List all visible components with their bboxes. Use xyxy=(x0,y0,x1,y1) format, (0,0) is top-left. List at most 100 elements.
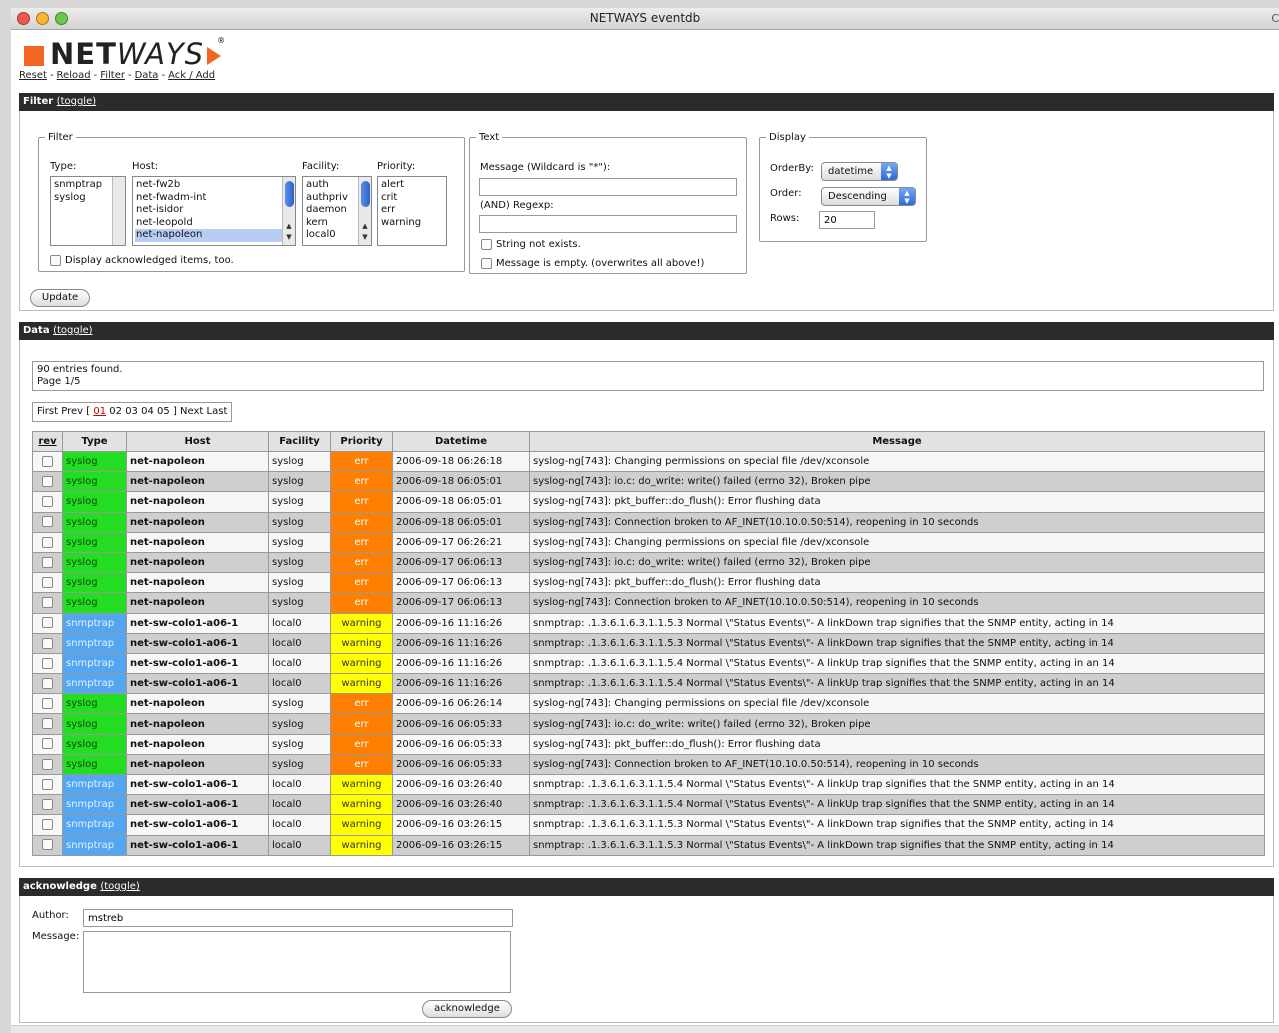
host-cell: net-sw-colo1-a06-1 xyxy=(126,673,269,695)
pager-page-link[interactable]: 05 xyxy=(157,406,170,417)
window-title: NETWAYS eventdb xyxy=(589,11,701,25)
host-scrollbar[interactable]: ▲ ▼ xyxy=(282,177,295,245)
host-listbox[interactable]: net-fw2b net-fwadm-int net-isidor net-le… xyxy=(132,176,296,246)
string-not-exists-checkbox[interactable] xyxy=(481,239,492,250)
type-cell: snmptrap xyxy=(62,794,127,816)
col-datetime: Datetime xyxy=(392,431,530,452)
row-checkbox[interactable] xyxy=(42,496,53,508)
message-filter-input[interactable] xyxy=(479,178,737,196)
table-row: syslog net-napoleon syslog err 2006-09-16 06… xyxy=(32,733,1265,755)
rows-label: Rows: xyxy=(770,213,800,224)
data-toggle-link[interactable]: (toggle) xyxy=(53,325,92,336)
row-checkbox[interactable] xyxy=(42,799,53,811)
facility-scrollbar[interactable]: ▲ ▼ xyxy=(358,177,371,245)
row-checkbox[interactable] xyxy=(42,657,53,669)
pager-first[interactable]: First xyxy=(37,406,58,417)
row-checkbox[interactable] xyxy=(42,698,53,710)
row-checkbox[interactable] xyxy=(42,677,53,689)
nav-data-link[interactable]: Data xyxy=(135,70,159,81)
col-type: Type xyxy=(62,431,127,452)
row-checkbox[interactable] xyxy=(42,455,53,467)
ack-toggle-link[interactable]: (toggle) xyxy=(100,881,139,892)
host-cell: net-sw-colo1-a06-1 xyxy=(126,652,269,675)
row-checkbox[interactable] xyxy=(42,476,53,488)
scroll-up-icon[interactable]: ▲ xyxy=(359,221,371,231)
nav-ack-add-link[interactable]: Ack / Add xyxy=(168,70,215,81)
select-arrows-icon: ▲ ▼ xyxy=(899,188,915,205)
host-option[interactable]: net-leopold xyxy=(135,217,293,230)
display-ack-checkbox[interactable] xyxy=(50,255,61,266)
col-priority: Priority xyxy=(330,431,393,452)
row-checkbox[interactable] xyxy=(42,819,53,831)
ack-message-textarea[interactable] xyxy=(83,931,511,993)
host-option[interactable]: net-isidor xyxy=(135,204,293,217)
filter-toggle-link[interactable]: (toggle) xyxy=(57,96,96,107)
pager-page-link[interactable]: 02 xyxy=(109,406,122,417)
pager-page-link[interactable]: 03 xyxy=(125,406,138,417)
datetime-cell: 2006-09-16 03:26:40 xyxy=(392,794,530,816)
rows-input[interactable] xyxy=(819,211,875,229)
priority-cell: err xyxy=(330,592,393,614)
row-checkbox[interactable] xyxy=(42,637,53,649)
priority-listbox[interactable]: alert crit err warning xyxy=(377,176,447,246)
message-cell: syslog-ng[743]: pkt_buffer::do_flush(): … xyxy=(529,491,1265,513)
update-button[interactable]: Update xyxy=(30,289,90,307)
priority-cell: warning xyxy=(330,632,393,654)
nav-filter-link[interactable]: Filter xyxy=(100,70,125,81)
scroll-down-icon[interactable]: ▼ xyxy=(359,232,371,242)
display-legend: Display xyxy=(769,132,806,143)
facility-scroll-thumb[interactable] xyxy=(361,181,370,207)
host-option-selected[interactable]: net-napoleon xyxy=(135,229,293,242)
row-checkbox[interactable] xyxy=(42,536,53,548)
pager-page-link[interactable]: 04 xyxy=(141,406,154,417)
row-checkbox[interactable] xyxy=(42,556,53,568)
row-checkbox[interactable] xyxy=(42,839,53,851)
message-cell: snmptrap: .1.3.6.1.6.3.1.1.5.4 Normal \"… xyxy=(529,673,1265,695)
facility-listbox[interactable]: auth authpriv daemon kern local0 ▲ ▼ xyxy=(302,176,372,246)
scroll-up-icon[interactable]: ▲ xyxy=(283,221,295,231)
close-window-button[interactable] xyxy=(17,12,30,25)
message-empty-checkbox[interactable] xyxy=(481,258,492,269)
message-empty-label: Message is empty. (overwrites all above!… xyxy=(496,258,705,269)
orderby-select[interactable]: datetime ▲ ▼ xyxy=(821,162,898,181)
nav-reset-link[interactable]: Reset xyxy=(19,70,47,81)
title-bar: NETWAYS eventdb C xyxy=(11,8,1279,30)
acknowledge-button[interactable]: acknowledge xyxy=(422,1000,512,1018)
row-checkbox[interactable] xyxy=(42,516,53,528)
row-checkbox[interactable] xyxy=(42,778,53,790)
logo-arrow-icon xyxy=(207,47,222,65)
author-input[interactable] xyxy=(83,909,513,927)
datetime-cell: 2006-09-17 06:06:13 xyxy=(392,551,530,574)
row-checkbox-cell xyxy=(32,773,63,796)
display-ack-label: Display acknowledged items, too. xyxy=(65,255,234,266)
host-option[interactable]: net-fw2b xyxy=(135,179,293,192)
priority-option[interactable]: alert xyxy=(380,179,444,192)
scroll-down-icon[interactable]: ▼ xyxy=(283,232,295,242)
zoom-window-button[interactable] xyxy=(55,12,68,25)
row-checkbox[interactable] xyxy=(42,758,53,770)
pager-current-page[interactable]: 01 xyxy=(93,406,106,417)
minimize-window-button[interactable] xyxy=(36,12,49,25)
row-checkbox[interactable] xyxy=(42,718,53,730)
row-checkbox[interactable] xyxy=(42,617,53,629)
datetime-cell: 2006-09-16 11:16:26 xyxy=(392,632,530,654)
row-checkbox[interactable] xyxy=(42,576,53,588)
nav-reload-link[interactable]: Reload xyxy=(57,70,91,81)
pager-last[interactable]: Last xyxy=(207,406,228,417)
type-listbox[interactable]: snmptrap syslog xyxy=(50,176,126,246)
pager-next[interactable]: Next xyxy=(180,406,203,417)
priority-option[interactable]: warning xyxy=(380,217,444,230)
type-scrollbar[interactable] xyxy=(112,177,125,245)
type-cell: snmptrap xyxy=(62,673,127,695)
col-rev[interactable]: rev xyxy=(32,431,63,452)
regexp-input[interactable] xyxy=(479,215,737,233)
row-checkbox[interactable] xyxy=(42,597,53,609)
priority-option[interactable]: crit xyxy=(380,192,444,205)
priority-option[interactable]: err xyxy=(380,204,444,217)
host-option[interactable]: net-fwadm-int xyxy=(135,192,293,205)
host-scroll-thumb[interactable] xyxy=(285,181,294,207)
row-checkbox[interactable] xyxy=(42,738,53,750)
order-select[interactable]: Descending ▲ ▼ xyxy=(821,187,916,206)
pager-prev[interactable]: Prev xyxy=(61,406,83,417)
datetime-cell: 2006-09-16 06:26:14 xyxy=(392,693,530,715)
